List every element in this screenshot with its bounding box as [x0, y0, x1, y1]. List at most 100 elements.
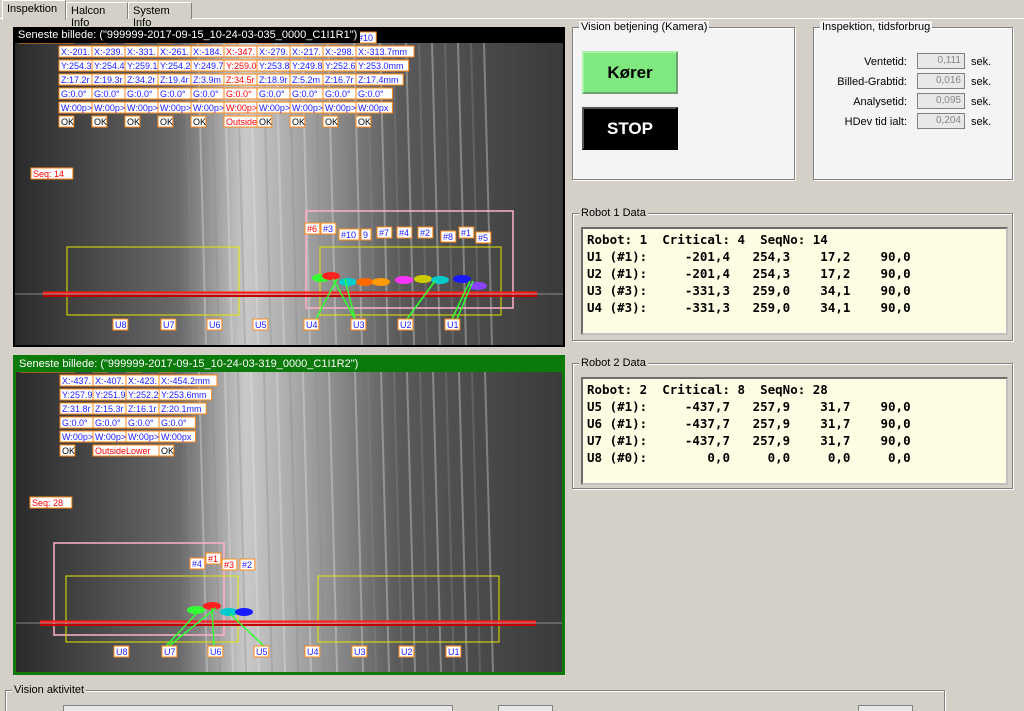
timing-row-billed-grabtid: Billed-Grabtid: 0,016 sek. — [814, 73, 1014, 91]
status-label: OK — [193, 117, 206, 127]
sausage-blob — [414, 275, 432, 283]
status-label: OK — [61, 117, 74, 127]
timing-value-field: 0,111 — [917, 53, 965, 69]
sausage-blob — [372, 278, 390, 286]
measurement-label: G:0.0° — [62, 418, 88, 428]
sausage-blob — [322, 272, 340, 280]
measurement-label: W:00p> — [94, 103, 125, 113]
vision-activity-group: Vision aktivitet — [5, 684, 945, 711]
measurement-label: X:-407. — [95, 376, 124, 386]
camera-1-panel: Seneste billede: ("999999-2017-09-15_10-… — [13, 27, 565, 347]
measurement-label: G:0.0° — [325, 89, 351, 99]
timing-row-hdev-tid-ialt: HDev tid ialt: 0,204 sek. — [814, 113, 1014, 131]
measurement-label: W:00p> — [61, 103, 92, 113]
status-label: OK — [358, 117, 371, 127]
zone-label: U5 — [256, 647, 268, 657]
robot-1-data-line: U4 (#3): -331,3 259,0 34,1 90,0 — [587, 300, 911, 315]
measurement-label: X:-201. — [61, 47, 90, 57]
robot-1-data-group: Robot 1 Data Robot: 1 Critical: 4 SeqNo:… — [572, 207, 1013, 341]
measurement-label: W:00p> — [62, 432, 93, 442]
zone-label: U5 — [255, 320, 267, 330]
measurement-label: W:00p> — [127, 103, 158, 113]
measurement-label: W:00px — [161, 432, 192, 442]
robot-2-data-group: Robot 2 Data Robot: 2 Critical: 8 SeqNo:… — [572, 357, 1013, 489]
zone-label: U8 — [116, 647, 128, 657]
measurement-label: Y:253.0mm — [358, 61, 404, 71]
sausage-blob — [453, 275, 471, 283]
status-label: OK — [259, 117, 272, 127]
tab-system-info[interactable]: System Info — [128, 2, 192, 29]
zone-label: U4 — [306, 320, 318, 330]
sausage-blob — [339, 278, 357, 286]
zone-label: U1 — [447, 320, 459, 330]
activity-field-3 — [858, 705, 913, 711]
vision-control-group: Vision betjening (Kamera) Kører STOP — [572, 21, 795, 180]
overlay-id-label: #5 — [478, 233, 488, 243]
camera-1-image: Pølser: 1#1#2#3#4#5#6#7#8#9#10X:-201.X:-… — [15, 31, 563, 345]
tab-halcon-info[interactable]: Halcon Info — [66, 2, 128, 29]
camera-2-image: Pølser: 4#1#2#3#4X:-437.X:-407.X:-423.X:… — [16, 360, 562, 672]
tab-label: Halcon Info — [71, 5, 106, 29]
measurement-label: Y:253.6mm — [161, 390, 207, 400]
status-label: OK — [325, 117, 338, 127]
measurement-label: Y:249.8 — [292, 61, 323, 71]
measurement-label: Y:249.7 — [193, 61, 224, 71]
timing-value-field: 0,095 — [917, 93, 965, 109]
measurement-label: Y:259.0 — [226, 61, 257, 71]
overlay-id-label: #1 — [461, 228, 471, 238]
camera-2-panel: Seneste billede: ("999999-2017-09-15_10-… — [13, 355, 565, 675]
measurement-label: G:0.0° — [94, 89, 120, 99]
robot-2-legend: Robot 2 Data — [579, 357, 648, 369]
timing-unit: sek. — [971, 56, 992, 68]
overlay-id-label: #10 — [341, 230, 356, 240]
measurement-label: W:00p> — [292, 103, 323, 113]
measurement-label: Z:20.1mm — [161, 404, 202, 414]
camera-2-title: Seneste billede: ("999999-2017-09-15_10-… — [16, 358, 562, 372]
timing-value-field: 0,204 — [917, 113, 965, 129]
measurement-label: W:00p> — [160, 103, 191, 113]
robot-2-data-box: Robot: 2 Critical: 8 SeqNo: 28 U5 (#1): … — [581, 377, 1008, 485]
overlay-id-label: #8 — [443, 232, 453, 242]
measurement-label: G:0.0° — [226, 89, 252, 99]
stop-button[interactable]: STOP — [582, 107, 678, 150]
measurement-label: G:0.0° — [128, 418, 154, 428]
zone-label: U6 — [209, 320, 221, 330]
zone-label: U6 — [210, 647, 222, 657]
overlay-id-label: #3 — [224, 560, 234, 570]
vision-activity-legend: Vision aktivitet — [12, 684, 87, 696]
status-label: OK — [127, 117, 140, 127]
run-button[interactable]: Kører — [582, 51, 678, 94]
vision-control-legend: Vision betjening (Kamera) — [579, 21, 710, 33]
zone-label: U3 — [354, 647, 366, 657]
measurement-label: Y:257.9 — [62, 390, 93, 400]
robot-2-data-line: U7 (#1): -437,7 257,9 31,7 90,0 — [587, 433, 911, 448]
robot-1-data-box: Robot: 1 Critical: 4 SeqNo: 14 U1 (#1): … — [581, 227, 1008, 335]
measurement-label: G:0.0° — [127, 89, 153, 99]
timing-value-field: 0,016 — [917, 73, 965, 89]
zone-label: U7 — [163, 320, 175, 330]
measurement-label: Y:254.4 — [94, 61, 125, 71]
measurement-label: X:-437. — [62, 376, 91, 386]
tab-inspektion[interactable]: Inspektion — [2, 0, 66, 20]
inspection-timing-group: Inspektion, tidsforbrug Ventetid: 0,111 … — [813, 21, 1014, 180]
measurement-label: G:0.0° — [95, 418, 121, 428]
measurement-label: G:0.0° — [61, 89, 87, 99]
overlay-id-label: #2 — [420, 228, 430, 238]
measurement-label: Z:16.7r — [325, 75, 354, 85]
measurement-label: W:00p> — [226, 103, 257, 113]
measurement-label: G:0.0° — [193, 89, 219, 99]
measurement-label: X:-423. — [128, 376, 157, 386]
timing-label: HDev tid ialt: — [844, 116, 907, 128]
overlay-id-label: #3 — [323, 224, 333, 234]
overlay-id-label: #4 — [399, 228, 409, 238]
measurement-label: X:-217. — [292, 47, 321, 57]
measurement-label: Z:34.5r — [226, 75, 255, 85]
measurement-label: Z:17.4mm — [358, 75, 399, 85]
robot-1-data-line: U2 (#1): -201,4 254,3 17,2 90,0 — [587, 266, 911, 281]
zone-label: U3 — [353, 320, 365, 330]
measurement-label: Y:259.1 — [127, 61, 158, 71]
sequence-label: Seq: 14 — [33, 169, 64, 179]
status-label: OK — [62, 446, 75, 456]
measurement-label: Y:252.2 — [128, 390, 159, 400]
measurement-label: G:0.0° — [292, 89, 318, 99]
